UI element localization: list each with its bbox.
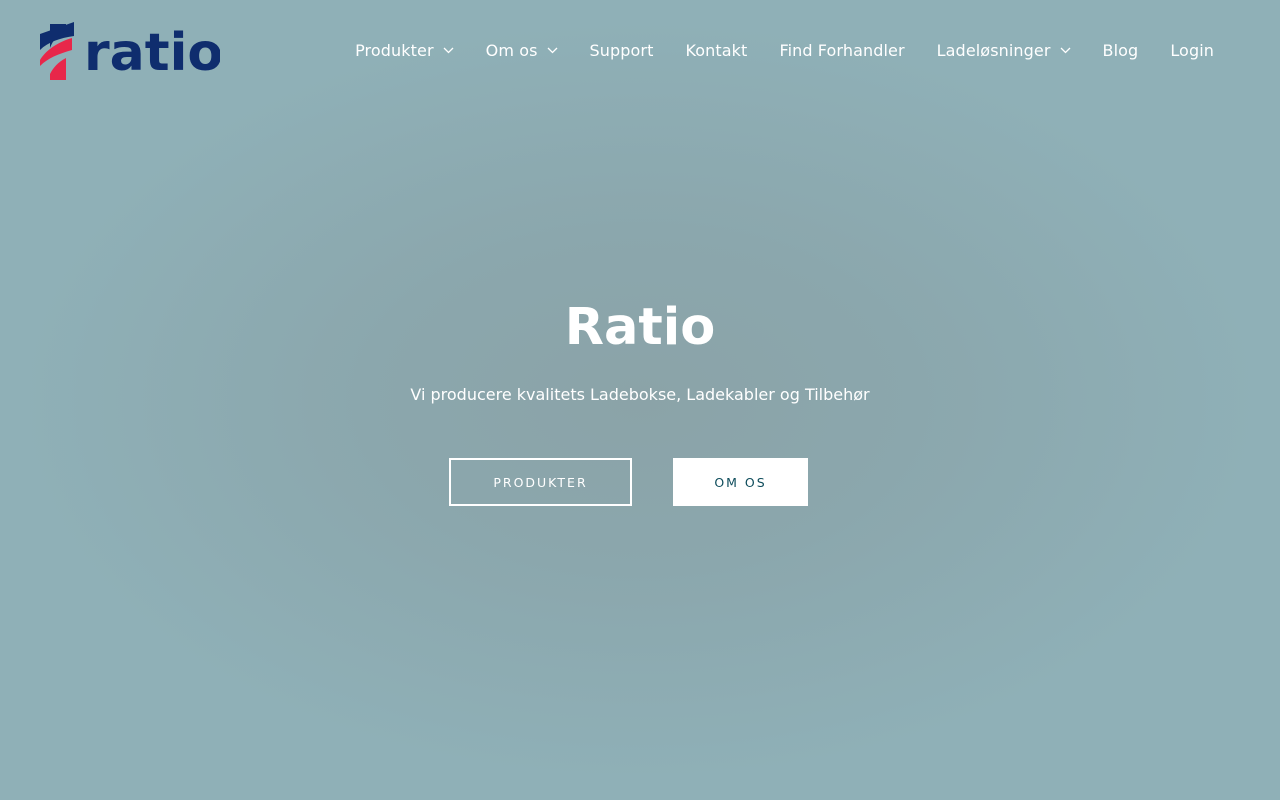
nav-item-label: Produkter (355, 40, 434, 60)
hero-title: Ratio (564, 298, 716, 357)
ratio-logo[interactable]: ratio (40, 20, 220, 80)
nav-item-produkter[interactable]: Produkter (339, 36, 470, 64)
ratio-logo-mark: ratio (40, 22, 220, 80)
produkter-button[interactable]: PRODUKTER (449, 458, 632, 506)
om-os-button[interactable]: OM OS (673, 458, 808, 506)
nav-item-label: Find Forhandler (779, 40, 905, 60)
hero-buttons: PRODUKTER OM OS (0, 458, 1280, 506)
nav-item-ladelosninger[interactable]: Ladeløsninger (921, 36, 1087, 64)
nav-item-label: Login (1170, 40, 1214, 60)
nav-item-login[interactable]: Login (1154, 36, 1230, 64)
nav-item-support[interactable]: Support (574, 36, 670, 64)
main-navigation: Produkter Om os Support Kontakt Find Forhand… (339, 36, 1230, 64)
nav-item-label: Support (589, 40, 654, 60)
nav-item-label: Ladeløsninger (936, 40, 1051, 60)
hero-subtitle: Vi producere kvalitets Ladebokse, Ladeka… (410, 385, 870, 404)
nav-item-blog[interactable]: Blog (1087, 36, 1155, 64)
chevron-down-icon (443, 47, 454, 54)
hero-content: Ratio Vi producere kvalitets Ladebokse, … (0, 292, 1280, 406)
nav-item-find-forhandler[interactable]: Find Forhandler (763, 36, 920, 64)
site-header: ratio Produkter Om os Support Kontakt Find F… (0, 0, 1280, 100)
nav-item-om-os[interactable]: Om os (470, 36, 574, 64)
logo-wordmark: ratio (84, 23, 220, 80)
chevron-down-icon (547, 47, 558, 54)
nav-item-kontakt[interactable]: Kontakt (669, 36, 763, 64)
nav-item-label: Om os (485, 40, 538, 60)
nav-item-label: Kontakt (685, 40, 748, 60)
nav-item-label: Blog (1102, 40, 1139, 60)
chevron-down-icon (1060, 47, 1071, 54)
